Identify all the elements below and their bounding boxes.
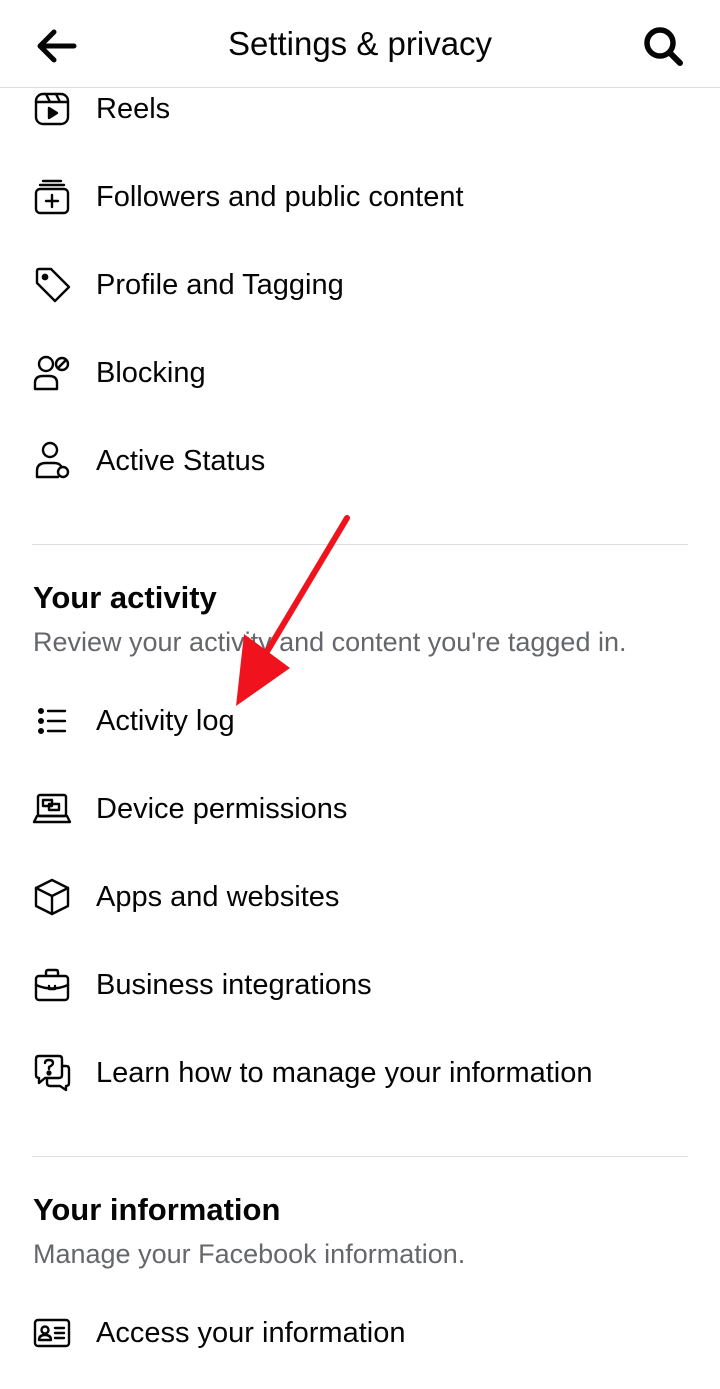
top-bar: Settings & privacy	[0, 0, 720, 88]
menu-item-label: Access your information	[96, 1317, 406, 1349]
menu-item-label: Followers and public content	[96, 181, 464, 213]
active-status-icon	[30, 441, 74, 481]
tag-icon	[30, 265, 74, 305]
menu-item-label: Activity log	[96, 705, 235, 737]
section-title-your-activity: Your activity	[33, 580, 217, 615]
search-icon	[644, 27, 683, 66]
menu-item-blocking[interactable]: Blocking	[0, 329, 720, 417]
menu-item-access-your-information[interactable]: Access your information	[0, 1289, 720, 1377]
menu-item-activity-log[interactable]: Activity log	[0, 677, 720, 765]
menu-item-profile-and-tagging[interactable]: Profile and Tagging	[0, 241, 720, 329]
menu-item-label: Business integrations	[96, 969, 372, 1001]
menu-item-label: Profile and Tagging	[96, 269, 344, 301]
section-divider	[32, 544, 688, 545]
section-title-your-information: Your information	[33, 1192, 281, 1227]
menu-item-active-status[interactable]: Active Status	[0, 417, 720, 505]
laptop-icon	[30, 789, 74, 829]
briefcase-icon	[30, 965, 74, 1005]
menu-item-followers-and-public-content[interactable]: Followers and public content	[0, 153, 720, 241]
menu-item-label: Blocking	[96, 357, 206, 389]
menu-item-label: Active Status	[96, 445, 266, 477]
section-subtitle-your-information: Manage your Facebook information.	[33, 1239, 466, 1269]
page-title: Settings & privacy	[227, 25, 493, 62]
cube-icon	[30, 877, 74, 917]
reels-icon	[30, 89, 74, 129]
followers-icon	[30, 177, 74, 217]
menu-item-apps-and-websites[interactable]: Apps and websites	[0, 853, 720, 941]
list-icon	[30, 701, 74, 741]
question-chat-icon	[30, 1053, 74, 1093]
block-user-icon	[30, 353, 74, 393]
menu-item-device-permissions[interactable]: Device permissions	[0, 765, 720, 853]
section-divider	[32, 1156, 688, 1157]
menu-item-label: Device permissions	[96, 793, 348, 825]
menu-item-learn-how-to-manage-your-information[interactable]: Learn how to manage your information	[0, 1029, 720, 1117]
search-button[interactable]	[640, 24, 688, 68]
section-subtitle-your-activity: Review your activity and content you're …	[33, 627, 627, 657]
menu-item-business-integrations[interactable]: Business integrations	[0, 941, 720, 1029]
menu-item-label: Apps and websites	[96, 881, 340, 913]
menu-item-label: Learn how to manage your information	[96, 1057, 593, 1089]
id-card-icon	[30, 1313, 74, 1353]
